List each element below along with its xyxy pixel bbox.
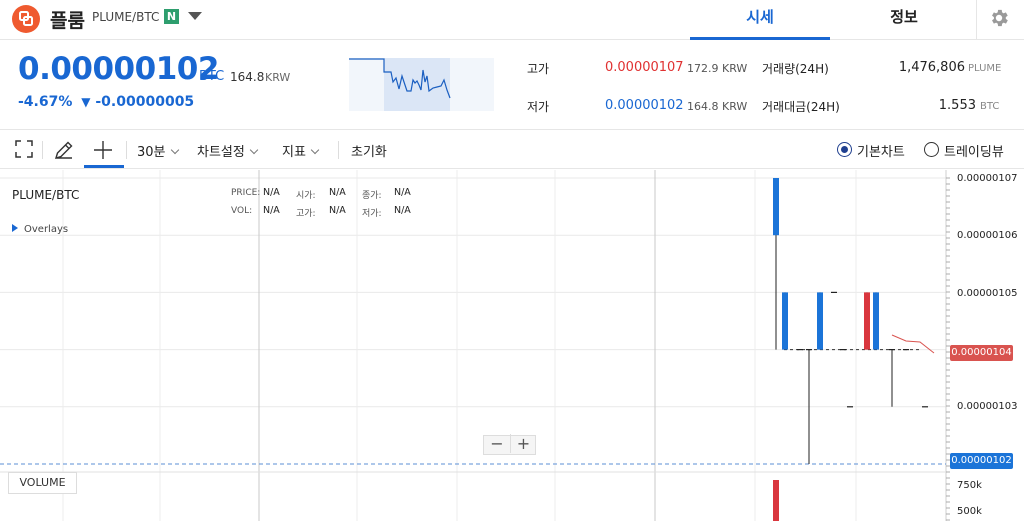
legend-open-value: N/A (329, 187, 346, 198)
current-price: 0.00000102 (18, 51, 219, 87)
legend-vol-value: N/A (263, 205, 280, 216)
fullscreen-icon[interactable] (14, 139, 34, 163)
current-price-tag: 0.00000102 (950, 453, 1013, 469)
zoom-control: − + (483, 434, 536, 455)
legend-high-value: N/A (329, 205, 346, 216)
volume-unit: PLUME (968, 63, 1002, 74)
plume-logo-icon (12, 5, 40, 33)
chart-symbol: PLUME/BTC (12, 188, 80, 202)
header-divider (976, 0, 977, 40)
volume-value: 1,476,806 (898, 60, 965, 75)
chart-canvas[interactable] (0, 170, 1024, 521)
price-chart[interactable]: PLUME/BTC PRICE: N/A 시가: N/A 종가: N/A VOL… (0, 170, 1024, 521)
interval-label: 30분 (137, 145, 166, 160)
moving-average-line (891, 334, 935, 354)
high-value: 0.00000107 (605, 60, 684, 75)
change-amount: -0.00000005 (95, 94, 195, 110)
crosshair-icon[interactable] (92, 139, 114, 165)
reset-button[interactable]: 초기화 (351, 141, 387, 160)
overlays-label: Overlays (24, 224, 69, 235)
price-krw: 164.8 (230, 70, 265, 84)
legend-low-value: N/A (394, 205, 411, 216)
tab-quote[interactable]: 시세 (690, 0, 830, 40)
overlays-toggle[interactable]: Overlays (12, 224, 68, 235)
interval-select[interactable]: 30분 (137, 141, 179, 160)
chart-toolbar: 30분 차트설정 지표 초기화 기본차트 트레이딩뷰 (0, 131, 1024, 169)
low-label: 저가 (527, 100, 550, 114)
candle-body (817, 292, 823, 350)
active-tool-indicator (84, 165, 124, 168)
chevron-down-icon[interactable] (188, 12, 202, 20)
candle-body (864, 292, 870, 350)
indicators-menu[interactable]: 지표 (282, 141, 320, 160)
price-unit: BTC (199, 69, 225, 84)
basic-chart-label[interactable]: 기본차트 (857, 141, 905, 160)
change-percent: -4.67% (18, 94, 73, 110)
tab-info[interactable]: 정보 (836, 0, 972, 40)
legend-open-label: 시가: (296, 191, 316, 201)
high-label: 고가 (527, 62, 550, 76)
low-krw: 164.8 KRW (687, 100, 748, 113)
change-down-arrow-icon: ▼ (81, 95, 91, 109)
zoom-in-button[interactable]: + (510, 434, 536, 453)
candle-body (782, 292, 788, 350)
chart-grid (0, 170, 950, 521)
legend-low-label: 저가: (362, 209, 382, 219)
coin-name: 플룸 (50, 10, 85, 32)
zoom-out-button[interactable]: − (484, 434, 510, 453)
chevron-down-icon (249, 145, 259, 155)
legend-close-label: 종가: (362, 191, 382, 201)
price-krw-unit: KRW (265, 71, 291, 84)
volume-tick: 500k (957, 506, 982, 517)
trade-value-value: 1.553 (938, 98, 976, 113)
trade-value-unit: BTC (980, 101, 1000, 112)
last-price-tag: 0.00000104 (950, 345, 1013, 361)
indicators-label: 지표 (282, 145, 306, 160)
legend-price-label: PRICE: (231, 188, 261, 198)
basic-chart-radio[interactable] (837, 142, 852, 157)
chart-settings-menu[interactable]: 차트설정 (197, 141, 259, 160)
y-tick: 0.00000103 (957, 401, 1018, 412)
volume-label: 거래량(24H) (762, 62, 829, 76)
volume-button[interactable]: VOLUME (8, 472, 77, 494)
triangle-right-icon (12, 224, 18, 232)
mini-price-chart (349, 58, 494, 111)
y-tick: 0.00000107 (957, 173, 1018, 184)
candle-body (873, 292, 879, 350)
new-badge: N (164, 9, 179, 24)
volume-tick: 750k (957, 480, 982, 491)
header-bar: 플룸 PLUME/BTC N 시세 정보 (0, 0, 1024, 40)
tradingview-radio[interactable] (924, 142, 939, 157)
chevron-down-icon (170, 145, 179, 155)
chart-settings-label: 차트설정 (197, 145, 245, 160)
legend-vol-label: VOL: (231, 206, 253, 216)
volume-series (773, 480, 779, 521)
y-tick: 0.00000106 (957, 230, 1018, 241)
tradingview-label[interactable]: 트레이딩뷰 (944, 141, 1004, 160)
chevron-down-icon (310, 145, 320, 155)
price-panel: 0.00000102 BTC 164.8 KRW -4.67% ▼ -0.000… (0, 41, 1024, 130)
legend-high-label: 고가: (296, 209, 316, 219)
candlestick-series (773, 178, 928, 464)
volume-bar (773, 480, 779, 521)
market-pair: PLUME/BTC (92, 10, 160, 24)
candle-body (773, 178, 779, 236)
low-value: 0.00000102 (605, 98, 684, 113)
legend-price-value: N/A (263, 187, 280, 198)
trade-value-label: 거래대금(24H) (762, 100, 840, 114)
price-change: -4.67% ▼ -0.00000005 (18, 94, 194, 110)
pencil-icon[interactable] (53, 139, 75, 165)
high-krw: 172.9 KRW (687, 62, 748, 75)
gear-icon[interactable] (988, 7, 1010, 33)
y-tick: 0.00000105 (957, 288, 1018, 299)
legend-close-value: N/A (394, 187, 411, 198)
